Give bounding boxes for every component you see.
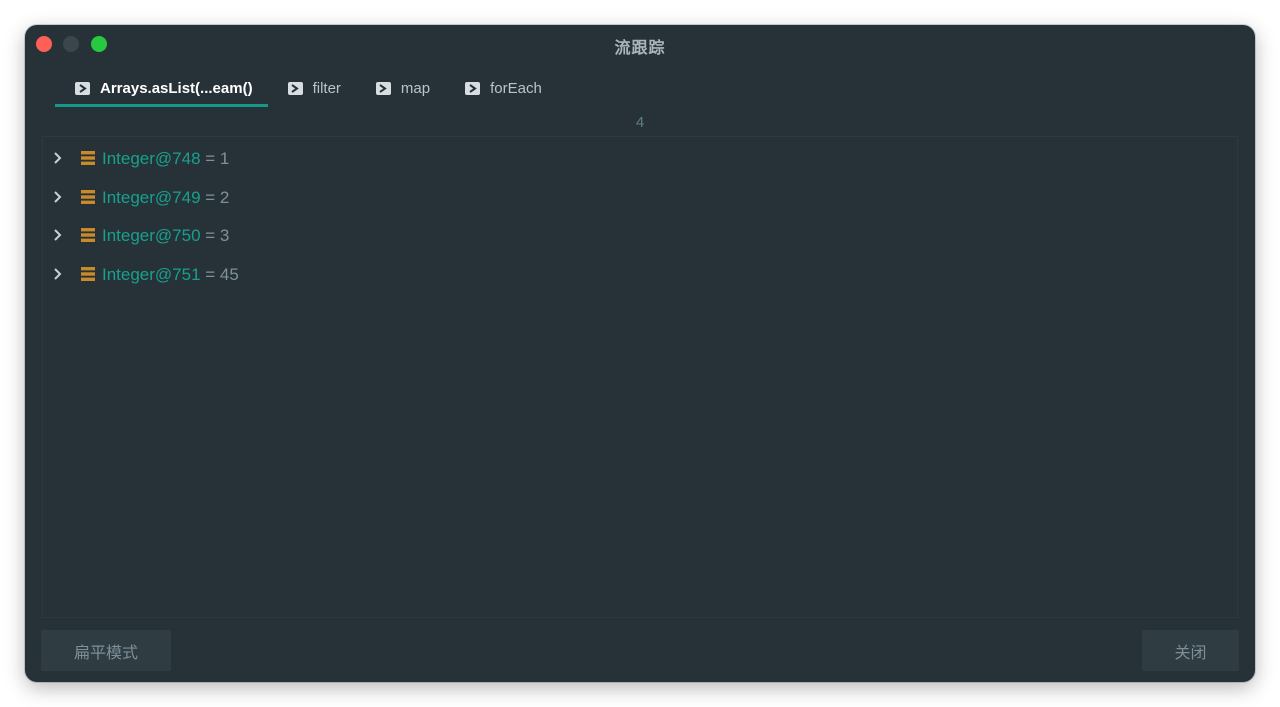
variable-name: Integer@751 xyxy=(102,265,201,284)
variable-name: Integer@749 xyxy=(102,188,201,207)
variable-name: Integer@748 xyxy=(102,149,201,168)
row-text: Integer@749 = 2 xyxy=(102,188,229,208)
row-text: Integer@750 = 3 xyxy=(102,226,229,246)
row-text: Integer@748 = 1 xyxy=(102,149,229,169)
row-text: Integer@751 = 45 xyxy=(102,265,239,285)
variable-value: = 1 xyxy=(205,149,230,168)
element-count: 4 xyxy=(635,114,645,131)
tab-arrays-aslist[interactable]: Arrays.asList(...eam() xyxy=(55,69,268,107)
tab-label: map xyxy=(400,79,431,97)
terminal-icon xyxy=(375,81,391,95)
window-title: 流跟踪 xyxy=(614,40,666,57)
terminal-icon xyxy=(465,81,481,95)
stream-trace-window: 流跟踪 Arrays.asList(...eam() filter map fo… xyxy=(25,25,1255,682)
close-button[interactable]: 关闭 xyxy=(1142,630,1239,671)
variable-value: = 3 xyxy=(205,226,230,245)
values-tree: Integer@748 = 1 Integer@749 = 2 Integer@… xyxy=(42,136,1238,618)
field-icon xyxy=(81,190,95,204)
field-icon xyxy=(81,228,95,242)
tab-label: filter xyxy=(312,79,341,97)
title-bar: 流跟踪 xyxy=(25,25,1255,63)
flat-mode-button[interactable]: 扁平模式 xyxy=(41,630,171,671)
variable-value: = 2 xyxy=(205,188,230,207)
chevron-right-icon[interactable] xyxy=(52,228,64,242)
tree-row[interactable]: Integer@749 = 2 xyxy=(43,184,443,212)
tab-label: forEach xyxy=(490,79,542,97)
tree-row[interactable]: Integer@748 = 1 xyxy=(43,145,443,173)
chevron-right-icon[interactable] xyxy=(52,151,64,165)
terminal-icon xyxy=(287,81,303,95)
terminal-icon xyxy=(75,81,90,95)
tree-row[interactable]: Integer@750 = 3 xyxy=(43,222,443,250)
field-icon xyxy=(81,267,95,281)
tab-map[interactable]: map xyxy=(356,69,445,107)
tab-bar: Arrays.asList(...eam() filter map forEac… xyxy=(55,69,557,107)
field-icon xyxy=(81,151,95,165)
tab-label: Arrays.asList(...eam() xyxy=(100,79,253,97)
tab-foreach[interactable]: forEach xyxy=(445,69,557,107)
tree-row[interactable]: Integer@751 = 45 xyxy=(43,261,443,289)
chevron-right-icon[interactable] xyxy=(52,267,64,281)
variable-name: Integer@750 xyxy=(102,226,201,245)
tab-filter[interactable]: filter xyxy=(268,69,356,107)
chevron-right-icon[interactable] xyxy=(52,190,64,204)
variable-value: = 45 xyxy=(205,265,239,284)
